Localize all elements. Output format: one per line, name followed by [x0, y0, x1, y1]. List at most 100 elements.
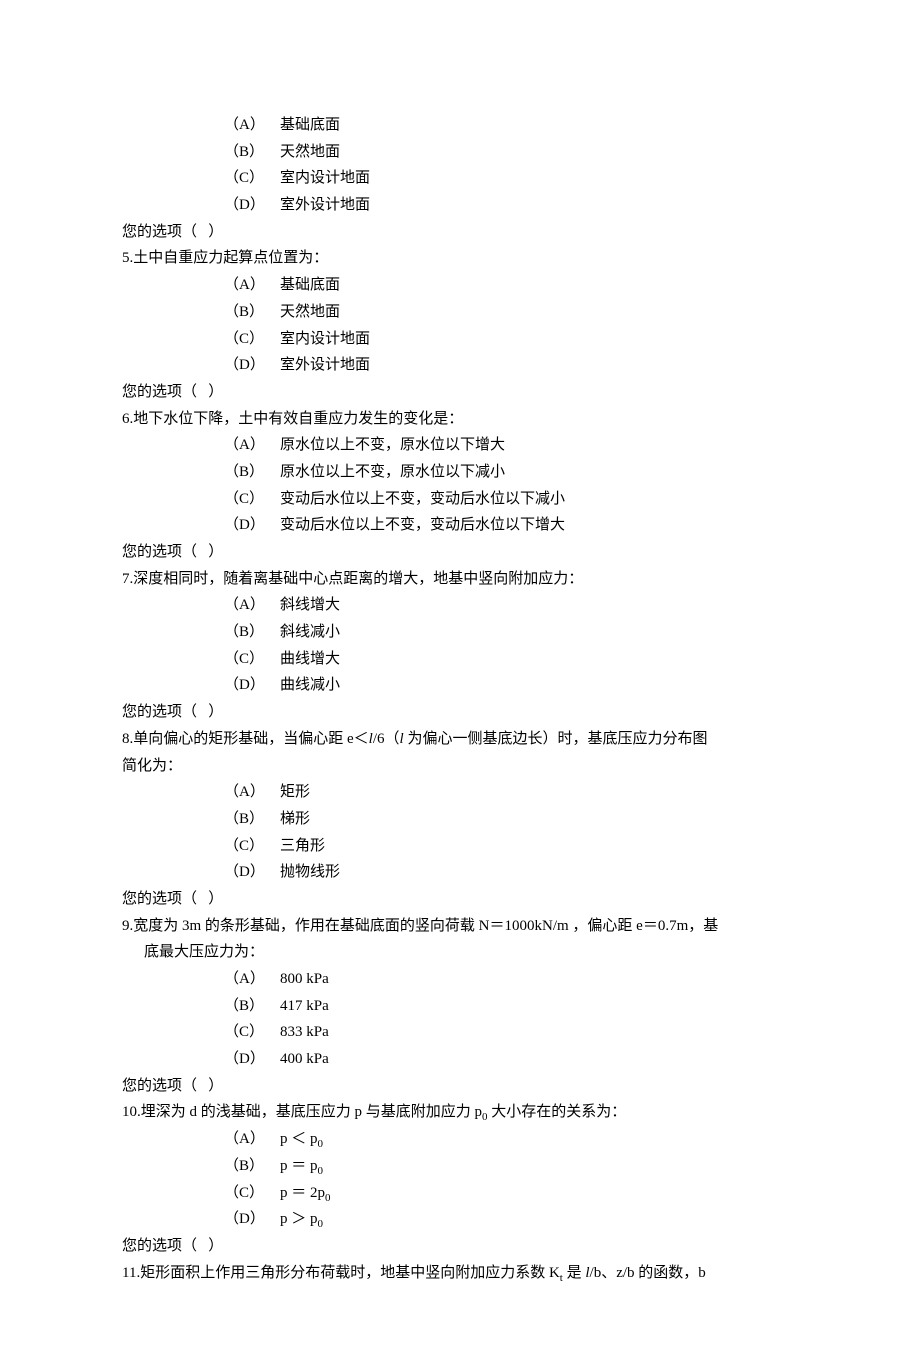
option-text: 室外设计地面 — [280, 197, 370, 213]
option-row: （B）梯形 — [224, 806, 798, 833]
q8-stem: 8.单向偏心的矩形基础，当偏心距 e＜l/6（l 为偏心一侧基底边长）时，基底压… — [122, 726, 798, 753]
option-text: 室内设计地面 — [280, 170, 370, 186]
option-letter-A: （A） — [224, 432, 280, 459]
option-row: （B）天然地面 — [224, 139, 798, 166]
q8-stem-line2: 简化为： — [122, 753, 798, 780]
answer-prompt: 您的选项（ ） — [122, 1073, 798, 1100]
option-row: （B）p ＝ p0 — [224, 1153, 798, 1180]
option-letter-C: （C） — [224, 486, 280, 513]
q7-options: （A）斜线增大 （B）斜线减小 （C）曲线增大 （D）曲线减小 — [224, 592, 798, 699]
option-letter-D: （D） — [224, 672, 280, 699]
option-letter-C: （C） — [224, 165, 280, 192]
option-letter-D: （D） — [224, 1046, 280, 1073]
option-letter-B: （B） — [224, 139, 280, 166]
option-text: 833 kPa — [280, 1024, 329, 1040]
option-text: 天然地面 — [280, 304, 340, 320]
stem-text: 10.埋深为 d 的浅基础，基底压应力 p 与基底附加应力 p — [122, 1104, 482, 1120]
option-text: 原水位以上不变，原水位以下增大 — [280, 437, 505, 453]
option-row: （D）抛物线形 — [224, 859, 798, 886]
option-row: （B）天然地面 — [224, 299, 798, 326]
option-row: （A）斜线增大 — [224, 592, 798, 619]
option-letter-C: （C） — [224, 1019, 280, 1046]
option-letter-A: （A） — [224, 272, 280, 299]
option-row: （C）室内设计地面 — [224, 165, 798, 192]
q6-options: （A）原水位以上不变，原水位以下增大 （B）原水位以上不变，原水位以下减小 （C… — [224, 432, 798, 539]
option-letter-A: （A） — [224, 779, 280, 806]
option-letter-D: （D） — [224, 192, 280, 219]
stem-text: 大小存在的关系为： — [488, 1104, 627, 1120]
answer-prompt: 您的选项（ ） — [122, 886, 798, 913]
stem-text: 为偏心一侧基底边长）时，基底压应力分布图 — [404, 731, 708, 747]
option-text: 斜线减小 — [280, 624, 340, 640]
q7-stem: 7.深度相同时，随着离基础中心点距离的增大，地基中竖向附加应力： — [122, 566, 798, 593]
option-text: 基础底面 — [280, 277, 340, 293]
option-row: （C）变动后水位以上不变，变动后水位以下减小 — [224, 486, 798, 513]
option-row: （D）400 kPa — [224, 1046, 798, 1073]
option-letter-C: （C） — [224, 833, 280, 860]
option-letter-A: （A） — [224, 966, 280, 993]
option-row: （C）p ＝ 2p0 — [224, 1180, 798, 1207]
q8-options: （A）矩形 （B）梯形 （C）三角形 （D）抛物线形 — [224, 779, 798, 886]
option-text: 斜线增大 — [280, 597, 340, 613]
option-text: 曲线减小 — [280, 677, 340, 693]
option-row: （D）室外设计地面 — [224, 192, 798, 219]
option-text: p ＞ p0 — [280, 1211, 323, 1227]
option-letter-B: （B） — [224, 299, 280, 326]
option-text: 三角形 — [280, 838, 325, 854]
option-text: p ＜ p0 — [280, 1131, 323, 1147]
option-letter-B: （B） — [224, 806, 280, 833]
option-row: （D）曲线减小 — [224, 672, 798, 699]
q5-options: （A）基础底面 （B）天然地面 （C）室内设计地面 （D）室外设计地面 — [224, 272, 798, 379]
option-text: 400 kPa — [280, 1051, 329, 1067]
option-text: 基础底面 — [280, 117, 340, 133]
option-letter-A: （A） — [224, 1126, 280, 1153]
option-row: （D）室外设计地面 — [224, 352, 798, 379]
option-text: 抛物线形 — [280, 864, 340, 880]
option-text: 417 kPa — [280, 998, 329, 1014]
q10-options: （A）p ＜ p0 （B）p ＝ p0 （C）p ＝ 2p0 （D）p ＞ p0 — [224, 1126, 798, 1233]
option-letter-A: （A） — [224, 112, 280, 139]
option-row: （A）原水位以上不变，原水位以下增大 — [224, 432, 798, 459]
q9-stem-line2: 底最大压应力为： — [144, 939, 798, 966]
option-letter-C: （C） — [224, 1180, 280, 1207]
stem-text: /b、z/b 的函数，b — [590, 1265, 706, 1281]
option-text: 梯形 — [280, 811, 310, 827]
option-letter-B: （B） — [224, 1153, 280, 1180]
option-text: 变动后水位以上不变，变动后水位以下增大 — [280, 517, 565, 533]
option-row: （A）p ＜ p0 — [224, 1126, 798, 1153]
option-text: 室外设计地面 — [280, 357, 370, 373]
option-row: （A）基础底面 — [224, 112, 798, 139]
prelude-options: （A）基础底面 （B）天然地面 （C）室内设计地面 （D）室外设计地面 — [224, 112, 798, 219]
q9-options: （A）800 kPa （B）417 kPa （C）833 kPa （D）400 … — [224, 966, 798, 1073]
answer-prompt: 您的选项（ ） — [122, 379, 798, 406]
option-text: 曲线增大 — [280, 651, 340, 667]
answer-prompt: 您的选项（ ） — [122, 1233, 798, 1260]
option-row: （D）p ＞ p0 — [224, 1206, 798, 1233]
option-text: 变动后水位以上不变，变动后水位以下减小 — [280, 491, 565, 507]
option-text: 原水位以上不变，原水位以下减小 — [280, 464, 505, 480]
option-text: p ＝ p0 — [280, 1158, 323, 1174]
q5-stem: 5.土中自重应力起算点位置为： — [122, 245, 798, 272]
answer-prompt: 您的选项（ ） — [122, 699, 798, 726]
option-letter-B: （B） — [224, 993, 280, 1020]
stem-text: 是 — [563, 1265, 586, 1281]
q9-stem-line1: 9.宽度为 3m 的条形基础，作用在基础底面的竖向荷载 N＝1000kN/m ，… — [122, 913, 798, 940]
option-row: （C）833 kPa — [224, 1019, 798, 1046]
option-letter-A: （A） — [224, 592, 280, 619]
option-letter-D: （D） — [224, 512, 280, 539]
option-row: （C）室内设计地面 — [224, 326, 798, 353]
option-letter-D: （D） — [224, 352, 280, 379]
option-letter-C: （C） — [224, 646, 280, 673]
option-row: （C）三角形 — [224, 833, 798, 860]
stem-text: /6（ — [373, 731, 400, 747]
option-row: （A）矩形 — [224, 779, 798, 806]
option-row: （C）曲线增大 — [224, 646, 798, 673]
option-row: （A）800 kPa — [224, 966, 798, 993]
option-row: （D）变动后水位以上不变，变动后水位以下增大 — [224, 512, 798, 539]
option-text: p ＝ 2p0 — [280, 1185, 331, 1201]
option-letter-D: （D） — [224, 1206, 280, 1233]
option-text: 800 kPa — [280, 971, 329, 987]
option-row: （A）基础底面 — [224, 272, 798, 299]
q6-stem: 6.地下水位下降，土中有效自重应力发生的变化是： — [122, 406, 798, 433]
option-row: （B）斜线减小 — [224, 619, 798, 646]
